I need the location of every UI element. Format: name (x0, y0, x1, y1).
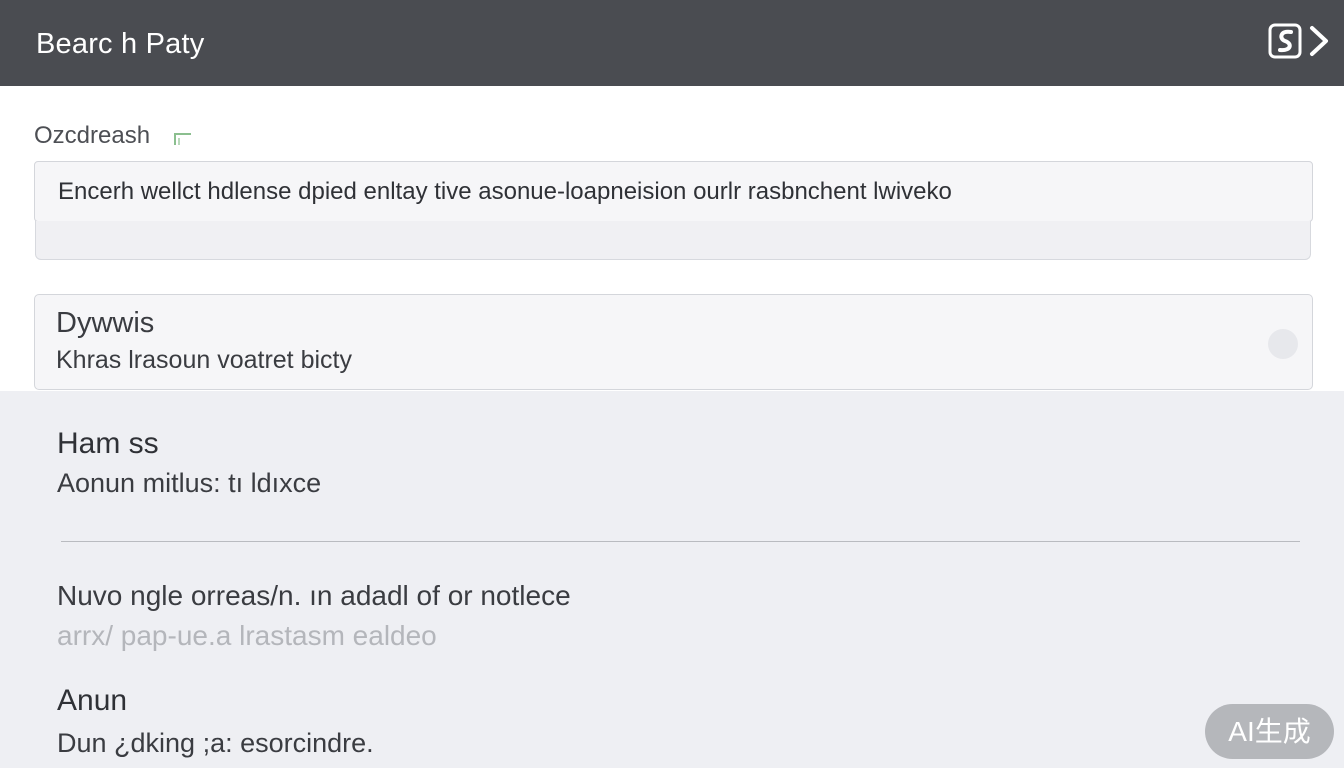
status-indicator[interactable] (1268, 329, 1298, 359)
checkbox-mark-icon (174, 133, 191, 145)
ai-watermark-badge: AI生成 (1205, 704, 1334, 759)
result-subtitle: Khras lrasoun voatret bicty (56, 346, 352, 374)
app-title: Bearc h Paty (36, 28, 205, 60)
list-item-subtitle: Aonun mitlus: tı ldıxce (57, 468, 322, 498)
result-title: Dywwis (56, 307, 155, 339)
list-item-subtitle: Dun ¿dking ;a: esorcindre. (57, 728, 374, 758)
search-book-icon (1268, 23, 1328, 59)
divider (61, 541, 1300, 542)
list-item-title[interactable]: Ham ss (57, 427, 159, 461)
list-item-description: Nuvo ngle orreas/n. ın adadl of or notle… (57, 580, 571, 611)
top-result-card[interactable]: Dywwis Khras lrasoun voatret bicty (34, 294, 1313, 390)
list-item-title[interactable]: Anun (57, 684, 127, 718)
search-label: Ozcdreash (34, 122, 151, 149)
list-item-description-faded: arrx/ pap-ue.a lrastasm ealdeo (57, 620, 437, 651)
secondary-input-bar[interactable] (35, 221, 1311, 260)
app-header: Bearc h Paty (0, 0, 1344, 86)
search-input[interactable] (34, 161, 1313, 222)
header-action-button[interactable] (1266, 20, 1332, 64)
